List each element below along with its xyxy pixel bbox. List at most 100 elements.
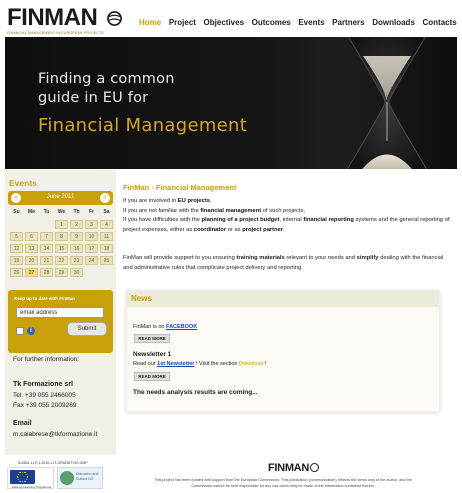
events-calendar: ‹ June 2011 › Su Mo Tu We Th Fr Sa 1 2 3 4 5 6 7 8 9 10 1… xyxy=(8,191,113,277)
intro-line-1: If you are involved in EU projects, xyxy=(123,198,212,204)
phone: Tel. +39 055 2466005 xyxy=(13,391,76,399)
email-heading: Email xyxy=(13,420,32,427)
calendar-day[interactable]: 12 xyxy=(10,244,23,253)
nav-contacts[interactable]: Contacts xyxy=(422,18,456,27)
page-title: FinMan - Financial Management xyxy=(123,183,237,192)
calendar-day-name: Sa xyxy=(103,209,110,215)
calendar-day[interactable]: 6 xyxy=(25,232,38,241)
calendar-day[interactable]: 20 xyxy=(25,256,38,265)
calendar-day[interactable]: 15 xyxy=(55,244,68,253)
eu-star-icon xyxy=(26,476,28,478)
main-nav: Home Project Objectives Outcomes Events Partn… xyxy=(139,18,462,27)
calendar-day[interactable]: 21 xyxy=(40,256,53,265)
events-heading: Events xyxy=(9,178,37,188)
read-more-button-2[interactable]: READ MORE xyxy=(134,372,170,381)
calendar-day[interactable]: 11 xyxy=(100,232,113,241)
calendar-empty-cell xyxy=(40,220,53,229)
contact-block: Tk Formazione srl Tel. +39 055 2466005 F… xyxy=(13,380,76,412)
eu-logo: Lifelong Learning Programme xyxy=(7,467,54,489)
disclaimer: This project has been funded with suppor… xyxy=(154,478,412,488)
calendar-day-name: Su xyxy=(13,209,20,215)
llp-icon xyxy=(60,471,74,485)
eu-star-icon xyxy=(19,480,21,482)
calendar-month-label: June 2011 xyxy=(46,194,75,200)
nav-project[interactable]: Project xyxy=(169,18,196,27)
newsletter-checkbox[interactable] xyxy=(16,327,24,335)
eu-star-icon xyxy=(17,476,19,478)
calendar-day[interactable]: 25 xyxy=(100,256,113,265)
calendar-day[interactable]: 2 xyxy=(70,220,83,229)
calendar-day[interactable]: 1 xyxy=(55,220,68,229)
facebook-link[interactable]: FACEBOOK xyxy=(166,324,197,330)
info-icon[interactable]: i xyxy=(27,327,35,335)
calendar-day[interactable]: 22 xyxy=(55,256,68,265)
globe-icon xyxy=(107,11,122,26)
calendar-day[interactable]: 27 xyxy=(25,268,38,277)
nav-outcomes[interactable]: Outcomes xyxy=(252,18,291,27)
fax: Fax +39 055 2009269 xyxy=(13,402,77,409)
calendar-day[interactable]: 10 xyxy=(85,232,98,241)
email-address[interactable]: m.calabrese@tkformazione.it xyxy=(13,429,97,440)
eu-star-icon xyxy=(19,472,21,474)
calendar-day[interactable]: 29 xyxy=(55,268,68,277)
calendar-day[interactable]: 24 xyxy=(85,256,98,265)
calendar-day[interactable]: 3 xyxy=(85,220,98,229)
eu-star-icon xyxy=(17,478,19,481)
news-item-newsletter: Read our 1st Newsletter ! Visit the sect… xyxy=(133,361,267,367)
sidebar: Events ‹ June 2011 › Su Mo Tu We Th Fr Sa 1 2 3 4 5… xyxy=(5,170,116,455)
eu-star-icon xyxy=(21,471,24,473)
read-more-button-1[interactable]: READ MORE xyxy=(134,334,170,343)
calendar-day[interactable]: 7 xyxy=(40,232,53,241)
news-header: News xyxy=(127,291,439,307)
news-item-facebook: FinMan is on FACEBOOK xyxy=(133,324,198,330)
calendar-day[interactable]: 16 xyxy=(70,244,83,253)
submit-button[interactable]: Submit xyxy=(67,322,107,336)
nav-events[interactable]: Events xyxy=(298,18,324,27)
calendar-day[interactable]: 9 xyxy=(70,232,83,241)
logo-tagline: FINANCIAL MANAGEMENT IN EUROPEAN PROJECT… xyxy=(7,31,105,35)
calendar-day[interactable]: 4 xyxy=(100,220,113,229)
hero-banner: Finding a common guide in EU for Financi… xyxy=(5,37,457,169)
calendar-day[interactable]: 28 xyxy=(40,268,53,277)
calendar-empty-cell xyxy=(10,220,23,229)
footer: 510601-LLP-1-2010-1-IT-GRUNDTVIG-GMP Lif… xyxy=(0,458,462,493)
calendar-day[interactable]: 30 xyxy=(70,268,83,277)
eu-star-icon xyxy=(17,473,19,476)
eu-star-icon xyxy=(26,473,28,476)
calendar-day[interactable]: 26 xyxy=(10,268,23,277)
news-item-title-3: The needs analysis results are coming... xyxy=(133,389,258,396)
nav-partners[interactable]: Partners xyxy=(332,18,364,27)
hero-line-2: guide in EU for xyxy=(38,90,149,106)
calendar-day-name: Th xyxy=(73,209,80,215)
calendar-day[interactable]: 23 xyxy=(70,256,83,265)
eu-caption: Lifelong Learning Programme xyxy=(11,485,52,489)
globe-icon xyxy=(309,463,319,472)
calendar-day[interactable]: 5 xyxy=(10,232,23,241)
newsletter-link[interactable]: 1st Newsletter xyxy=(157,361,194,367)
newsletter-signup: Keep up to date with FinMan i Submit xyxy=(8,290,113,353)
calendar-day-name: Fr xyxy=(89,209,94,215)
page: FINMAN FINANCIAL MANAGEMENT IN EUROPEAN … xyxy=(0,0,462,493)
news-heading: News xyxy=(131,294,152,303)
hourglass-image xyxy=(346,37,428,169)
calendar-day[interactable]: 8 xyxy=(55,232,68,241)
nav-objectives[interactable]: Objectives xyxy=(204,18,244,27)
download-link[interactable]: Download xyxy=(239,361,263,367)
calendar-day-name: We xyxy=(57,209,66,215)
calendar-day[interactable]: 17 xyxy=(85,244,98,253)
calendar-day[interactable]: 19 xyxy=(10,256,23,265)
calendar-day[interactable]: 18 xyxy=(100,244,113,253)
calendar-next-button[interactable]: › xyxy=(100,193,110,203)
eu-flag-icon xyxy=(10,470,35,484)
calendar-day[interactable]: 13 xyxy=(25,244,38,253)
email-block: Email m.calabrese@tkformazione.it xyxy=(13,418,97,440)
calendar-grid: Su Mo Tu We Th Fr Sa 1 2 3 4 5 6 7 8 9 10 11 12 13 14 15 16 17 1… xyxy=(10,209,113,277)
news-panel: News FinMan is on FACEBOOK READ MORE New… xyxy=(126,290,440,412)
llp-text: Education and Culture DG xyxy=(76,472,99,481)
email-field[interactable] xyxy=(16,307,104,318)
finman-logo[interactable]: FINMAN FINANCIAL MANAGEMENT IN EUROPEAN … xyxy=(7,5,125,37)
nav-downloads[interactable]: Downloads xyxy=(372,18,415,27)
calendar-day[interactable]: 14 xyxy=(40,244,53,253)
further-info-label: For further information: xyxy=(13,356,80,363)
nav-home[interactable]: Home xyxy=(139,18,161,27)
